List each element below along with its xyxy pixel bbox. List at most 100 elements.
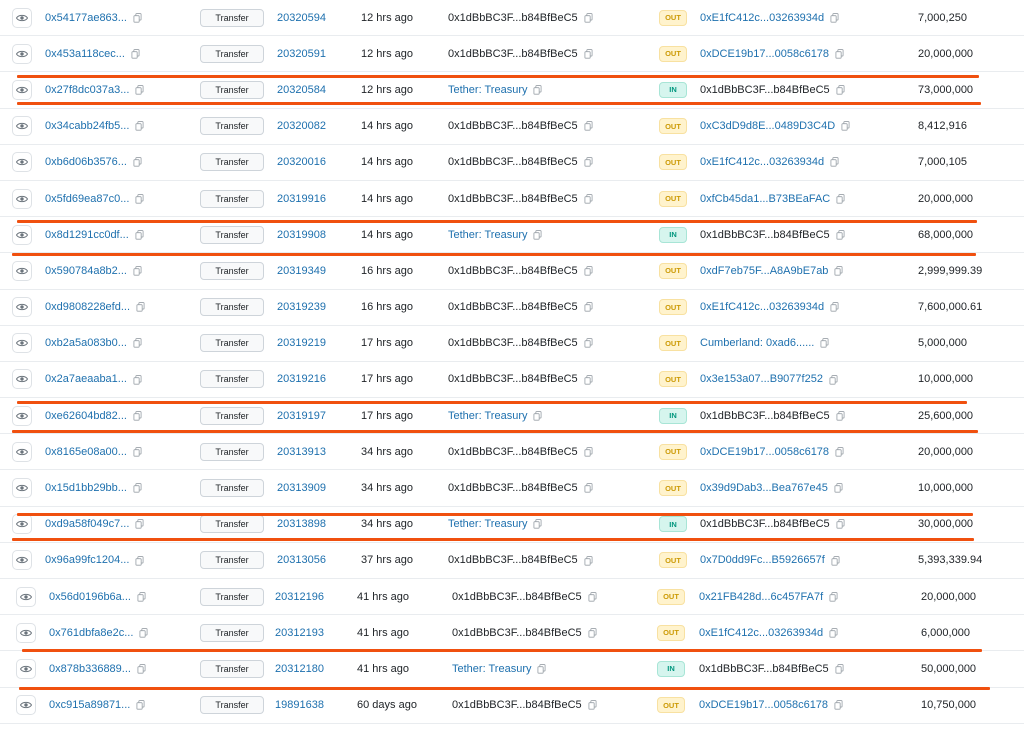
txn-hash-link[interactable]: 0x96a99fc1204... — [45, 554, 129, 566]
copy-icon[interactable] — [835, 664, 844, 674]
copy-icon[interactable] — [133, 157, 142, 168]
copy-icon[interactable] — [137, 664, 146, 674]
txn-hash-link[interactable]: 0xc915a89871... — [49, 699, 130, 711]
to-address[interactable]: 0xE1fC412c...03263934d — [700, 301, 824, 313]
txn-hash-link[interactable]: 0x761dbfa8e2c... — [49, 627, 133, 639]
eye-icon[interactable] — [12, 514, 32, 535]
eye-icon[interactable] — [12, 405, 32, 426]
copy-icon[interactable] — [584, 193, 593, 204]
eye-icon[interactable] — [16, 658, 36, 679]
copy-icon[interactable] — [834, 700, 843, 710]
copy-icon[interactable] — [584, 338, 593, 348]
block-link[interactable]: 20319908 — [277, 229, 326, 241]
txn-hash-link[interactable]: 0x15d1bb29bb... — [45, 482, 127, 494]
block-link[interactable]: 20319219 — [277, 337, 326, 349]
txn-hash-link[interactable]: 0x27f8dc037a3... — [45, 84, 129, 96]
copy-icon[interactable] — [133, 410, 142, 421]
block-link[interactable]: 20320591 — [277, 48, 326, 60]
copy-icon[interactable] — [135, 121, 144, 131]
copy-icon[interactable] — [584, 49, 593, 59]
block-link[interactable]: 20319239 — [277, 301, 326, 313]
txn-hash-link[interactable]: 0xb6d06b3576... — [45, 156, 127, 168]
block-link[interactable]: 20313056 — [277, 554, 326, 566]
from-address[interactable]: Tether: Treasury — [452, 663, 531, 675]
from-address[interactable]: Tether: Treasury — [448, 518, 527, 530]
copy-icon[interactable] — [836, 410, 845, 421]
block-link[interactable]: 20313909 — [277, 482, 326, 494]
eye-icon[interactable] — [12, 116, 32, 137]
txn-hash-link[interactable]: 0x8d1291cc0df... — [45, 229, 129, 241]
copy-icon[interactable] — [139, 628, 148, 638]
block-link[interactable]: 20313913 — [277, 446, 326, 458]
copy-icon[interactable] — [533, 229, 542, 240]
block-link[interactable]: 20320584 — [277, 84, 326, 96]
copy-icon[interactable] — [137, 591, 146, 602]
copy-icon[interactable] — [584, 121, 593, 131]
copy-icon[interactable] — [584, 302, 593, 312]
to-address[interactable]: 0x3e153a07...B9077f252 — [700, 373, 823, 385]
copy-icon[interactable] — [829, 628, 838, 638]
copy-icon[interactable] — [830, 302, 839, 312]
to-address[interactable]: 0xfCb45da1...B73BEaFAC — [700, 193, 830, 205]
eye-icon[interactable] — [16, 586, 36, 607]
copy-icon[interactable] — [584, 12, 593, 23]
eye-icon[interactable] — [12, 79, 32, 100]
copy-icon[interactable] — [841, 121, 850, 131]
copy-icon[interactable] — [136, 700, 145, 710]
copy-icon[interactable] — [584, 447, 593, 457]
txn-hash-link[interactable]: 0x2a7aeaaba1... — [45, 373, 127, 385]
copy-icon[interactable] — [135, 519, 144, 529]
txn-hash-link[interactable]: 0xb2a5a083b0... — [45, 337, 127, 349]
eye-icon[interactable] — [16, 622, 36, 643]
copy-icon[interactable] — [584, 555, 593, 566]
from-address[interactable]: Tether: Treasury — [448, 84, 527, 96]
to-address[interactable]: 0xE1fC412c...03263934d — [700, 12, 824, 24]
txn-hash-link[interactable]: 0xd9808228efd... — [45, 301, 130, 313]
copy-icon[interactable] — [836, 85, 845, 95]
to-address[interactable]: 0xDCE19b17...0058c6178 — [699, 699, 828, 711]
block-link[interactable]: 19891638 — [275, 699, 324, 711]
to-address[interactable]: 0xDCE19b17...0058c6178 — [700, 48, 829, 60]
txn-hash-link[interactable]: 0x34cabb24fb5... — [45, 120, 129, 132]
copy-icon[interactable] — [131, 49, 140, 59]
eye-icon[interactable] — [12, 478, 32, 499]
to-address[interactable]: Cumberland: 0xad6...... — [700, 337, 814, 349]
eye-icon[interactable] — [12, 152, 32, 173]
txn-hash-link[interactable]: 0x56d0196b6a... — [49, 591, 131, 603]
txn-hash-link[interactable]: 0x453a118cec... — [45, 48, 125, 60]
txn-hash-link[interactable]: 0x878b336889... — [49, 663, 131, 675]
copy-icon[interactable] — [835, 447, 844, 457]
to-address[interactable]: 0x39d9Dab3...Bea767e45 — [700, 482, 828, 494]
txn-hash-link[interactable]: 0x5fd69ea87c0... — [45, 193, 129, 205]
eye-icon[interactable] — [12, 7, 32, 28]
copy-icon[interactable] — [584, 374, 593, 385]
copy-icon[interactable] — [584, 157, 593, 168]
copy-icon[interactable] — [836, 229, 845, 240]
txn-hash-link[interactable]: 0x590784a8b2... — [45, 265, 127, 277]
copy-icon[interactable] — [133, 266, 142, 276]
copy-icon[interactable] — [584, 483, 593, 493]
eye-icon[interactable] — [12, 441, 32, 462]
copy-icon[interactable] — [588, 628, 597, 638]
to-address[interactable]: 0xdF7eb75F...A8A9bE7ab — [700, 265, 828, 277]
to-address[interactable]: 0x21FB428d...6c457FA7f — [699, 591, 823, 603]
copy-icon[interactable] — [588, 591, 597, 602]
eye-icon[interactable] — [12, 550, 32, 571]
copy-icon[interactable] — [136, 302, 145, 312]
copy-icon[interactable] — [135, 555, 144, 566]
copy-icon[interactable] — [829, 591, 838, 602]
copy-icon[interactable] — [836, 519, 845, 529]
eye-icon[interactable] — [12, 260, 32, 281]
block-link[interactable]: 20320082 — [277, 120, 326, 132]
copy-icon[interactable] — [533, 519, 542, 529]
eye-icon[interactable] — [12, 297, 32, 318]
eye-icon[interactable] — [12, 333, 32, 354]
block-link[interactable]: 20319916 — [277, 193, 326, 205]
copy-icon[interactable] — [836, 193, 845, 204]
eye-icon[interactable] — [16, 695, 36, 716]
copy-icon[interactable] — [834, 266, 843, 276]
eye-icon[interactable] — [12, 43, 32, 64]
block-link[interactable]: 20313898 — [277, 518, 326, 530]
to-address[interactable]: 0x7D0dd9Fc...B5926657f — [700, 554, 825, 566]
copy-icon[interactable] — [533, 85, 542, 95]
